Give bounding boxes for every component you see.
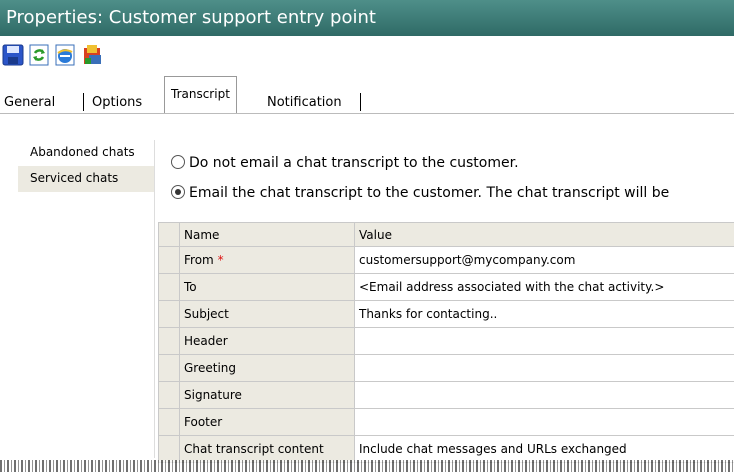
tab-notification[interactable]: Notification xyxy=(263,92,346,114)
grid-gutter xyxy=(158,435,180,463)
radio-email-label: Email the chat transcript to the custome… xyxy=(189,185,670,201)
grid-row-footer[interactable]: Footer xyxy=(158,408,734,436)
grid-row-greeting[interactable]: Greeting xyxy=(158,354,734,382)
save-icon[interactable] xyxy=(2,44,24,66)
grid-gutter xyxy=(158,273,180,301)
grid-header-name: Name xyxy=(179,222,355,247)
refresh-icon[interactable] xyxy=(28,44,50,66)
tab-general[interactable]: General xyxy=(0,92,59,114)
toolbar xyxy=(0,38,734,78)
grid-gutter xyxy=(158,408,180,436)
grid-cell-name: Subject xyxy=(179,300,355,328)
grid-row-signature[interactable]: Signature xyxy=(158,381,734,409)
radio-no-email-label: Do not email a chat transcript to the cu… xyxy=(189,155,519,171)
tab-transcript[interactable]: Transcript xyxy=(164,76,237,114)
grid-cell-name: Header xyxy=(179,327,355,355)
cut-off-content-edge xyxy=(0,460,734,472)
grid-cell-value[interactable]: Thanks for contacting.. xyxy=(354,300,734,328)
properties-icon[interactable] xyxy=(81,44,103,66)
grid-cell-value[interactable]: Include chat messages and URLs exchanged xyxy=(354,435,734,463)
grid-row-subject[interactable]: Subject Thanks for contacting.. xyxy=(158,300,734,328)
required-marker: * xyxy=(217,253,224,267)
grid-gutter xyxy=(158,327,180,355)
grid-cell-value[interactable] xyxy=(354,381,734,409)
grid-cell-value[interactable] xyxy=(354,354,734,382)
grid-header-row: Name Value xyxy=(158,222,734,247)
browser-icon[interactable] xyxy=(54,44,76,66)
tab-separator xyxy=(83,93,84,111)
grid-gutter xyxy=(158,246,180,274)
grid-row-to[interactable]: To <Email address associated with the ch… xyxy=(158,273,734,301)
grid-cell-value[interactable] xyxy=(354,408,734,436)
grid-row-from[interactable]: From * customersupport@mycompany.com xyxy=(158,246,734,274)
radio-no-email[interactable]: Do not email a chat transcript to the cu… xyxy=(171,155,519,171)
grid-cell-name: Greeting xyxy=(179,354,355,382)
grid-row-header[interactable]: Header xyxy=(158,327,734,355)
grid-cell-name: Signature xyxy=(179,381,355,409)
grid-gutter xyxy=(158,222,180,247)
left-pane: Abandoned chats Serviced chats xyxy=(18,140,155,458)
grid-cell-name: Chat transcript content xyxy=(179,435,355,463)
grid-cell-name: To xyxy=(179,273,355,301)
tab-options[interactable]: Options xyxy=(88,92,146,114)
grid-cell-value[interactable]: customersupport@mycompany.com xyxy=(354,246,734,274)
grid-cell-value[interactable] xyxy=(354,327,734,355)
grid-row-chat-transcript-content[interactable]: Chat transcript content Include chat mes… xyxy=(158,435,734,463)
radio-email[interactable]: Email the chat transcript to the custome… xyxy=(171,185,669,201)
grid-gutter xyxy=(158,300,180,328)
tab-separator xyxy=(360,93,361,111)
tab-strip: General Options Transcript Notification xyxy=(0,76,734,114)
grid-cell-value[interactable]: <Email address associated with the chat … xyxy=(354,273,734,301)
left-item-abandoned-chats[interactable]: Abandoned chats xyxy=(18,140,154,166)
radio-checked-icon[interactable] xyxy=(171,185,185,199)
grid-gutter xyxy=(158,354,180,382)
grid-gutter xyxy=(158,381,180,409)
grid-cell-name: Footer xyxy=(179,408,355,436)
window-title: Properties: Customer support entry point xyxy=(0,0,734,36)
radio-unchecked-icon[interactable] xyxy=(171,155,185,169)
property-grid: Name Value From * customersupport@mycomp… xyxy=(158,222,734,463)
tab-divider xyxy=(0,113,734,114)
grid-cell-name-text: From xyxy=(184,253,214,267)
left-item-serviced-chats[interactable]: Serviced chats xyxy=(18,166,154,192)
grid-header-value: Value xyxy=(354,222,734,247)
grid-cell-name: From * xyxy=(179,246,355,274)
